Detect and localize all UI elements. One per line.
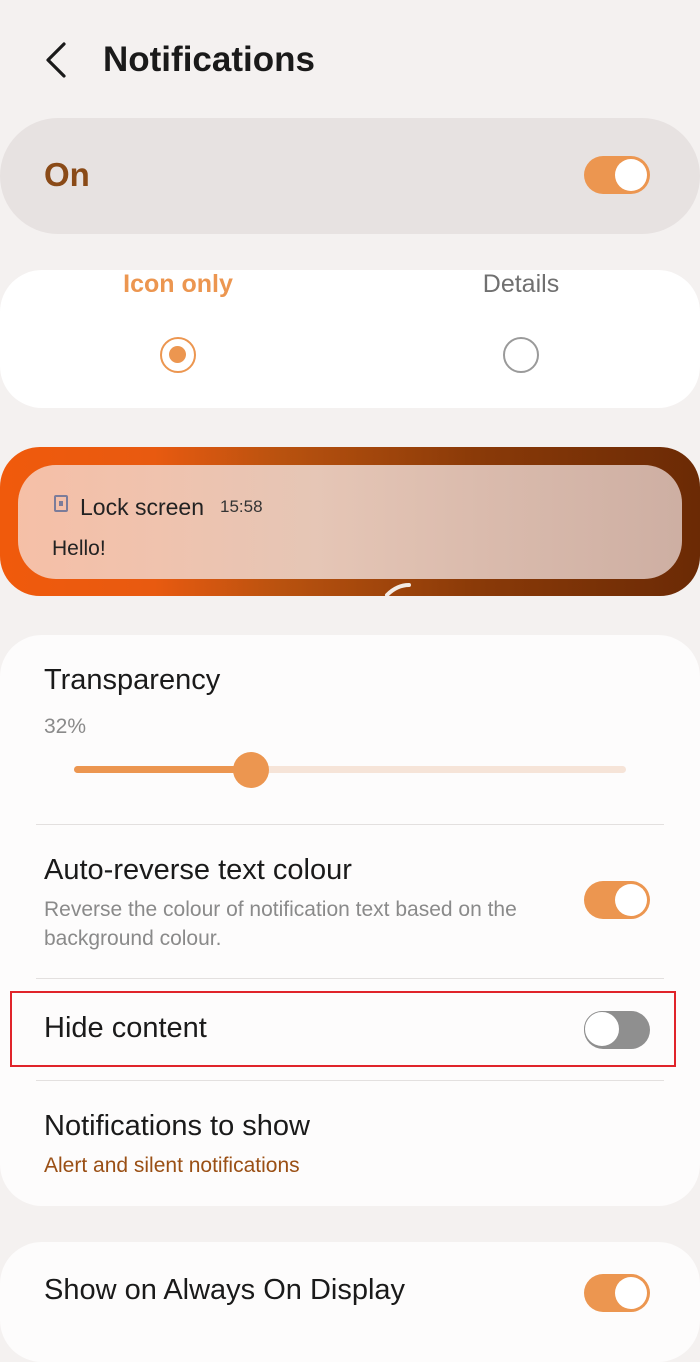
notifications-to-show-row[interactable]: Notifications to show Alert and silent n…: [0, 1108, 700, 1188]
transparency-title: Transparency: [44, 664, 221, 696]
lock-screen-preview: Lock screen 15:58 Hello!: [0, 447, 700, 596]
style-option-label: Details: [482, 270, 560, 298]
master-switch-row[interactable]: On: [0, 118, 700, 234]
aod-toggle[interactable]: [584, 1274, 650, 1312]
master-toggle[interactable]: [584, 156, 650, 194]
auto-reverse-row[interactable]: Auto-reverse text colour Reverse the col…: [0, 852, 700, 974]
transparency-slider-thumb[interactable]: [232, 752, 269, 788]
notification-app-name: Lock screen: [80, 494, 205, 520]
auto-reverse-title: Auto-reverse text colour: [44, 854, 352, 886]
toggle-knob: [615, 159, 647, 191]
aod-title: Show on Always On Display: [44, 1274, 406, 1306]
radio-selected[interactable]: [160, 337, 196, 373]
transparency-slider-fill: [74, 766, 251, 773]
divider: [36, 824, 664, 825]
transparency-value: 32%: [44, 715, 87, 738]
notification-preview-bubble: Lock screen 15:58 Hello!: [18, 465, 682, 579]
style-option-icon-only[interactable]: Icon only: [3, 270, 353, 408]
chevron-left-icon: [46, 42, 66, 78]
style-option-label: Icon only: [123, 270, 233, 298]
toggle-knob: [615, 884, 647, 916]
notifications-to-show-title: Notifications to show: [44, 1110, 310, 1142]
aod-card[interactable]: Show on Always On Display: [0, 1242, 700, 1362]
hide-content-row[interactable]: Hide content: [0, 993, 700, 1067]
toggle-knob: [584, 1011, 620, 1047]
back-button[interactable]: [36, 38, 80, 82]
auto-reverse-toggle[interactable]: [584, 881, 650, 919]
hide-content-title: Hide content: [44, 1012, 207, 1044]
page-title: Notifications: [103, 40, 315, 79]
divider: [36, 1080, 664, 1081]
divider: [36, 978, 664, 979]
style-option-details[interactable]: Details: [346, 270, 696, 408]
app-icon: [54, 495, 68, 512]
notification-style-selector: Icon only Details: [0, 270, 700, 408]
master-switch-label: On: [44, 156, 90, 193]
header: Notifications: [0, 0, 700, 118]
wallpaper-stroke: [385, 583, 411, 596]
toggle-knob: [615, 1277, 647, 1309]
notification-message: Hello!: [52, 537, 106, 560]
radio-unselected[interactable]: [503, 337, 539, 373]
auto-reverse-subtitle: Reverse the colour of notification text …: [44, 898, 517, 950]
notifications-to-show-value: Alert and silent notifications: [44, 1154, 300, 1177]
hide-content-toggle[interactable]: [584, 1011, 650, 1049]
notification-time: 15:58: [220, 497, 263, 516]
